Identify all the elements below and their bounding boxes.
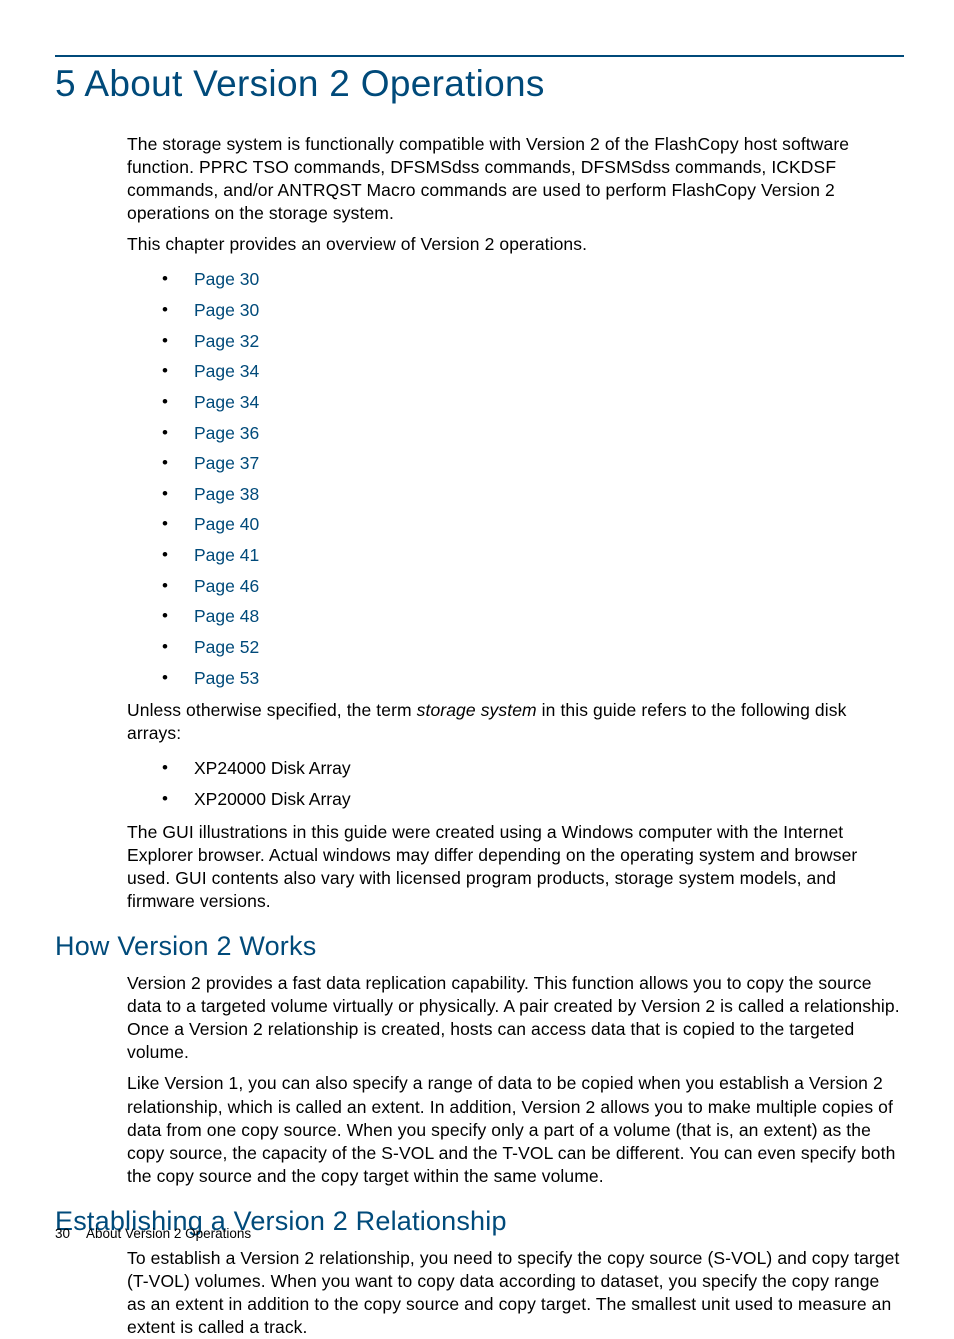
body-paragraph: Like Version 1, you can also specify a r… — [127, 1072, 900, 1187]
page-link[interactable]: Page 46 — [194, 576, 259, 596]
list-item: Page 53 — [162, 663, 900, 694]
page-link[interactable]: Page 32 — [194, 331, 259, 351]
list-item: Page 30 — [162, 295, 900, 326]
page-footer: 30 About Version 2 Operations — [55, 1226, 251, 1241]
footer-title: About Version 2 Operations — [86, 1226, 251, 1241]
page-link[interactable]: Page 34 — [194, 392, 259, 412]
body-paragraph: To establish a Version 2 relationship, y… — [127, 1247, 900, 1339]
page-link[interactable]: Page 40 — [194, 514, 259, 534]
list-item: Page 40 — [162, 509, 900, 540]
list-item: Page 38 — [162, 479, 900, 510]
body-paragraph: Version 2 provides a fast data replicati… — [127, 972, 900, 1064]
list-item: Page 37 — [162, 448, 900, 479]
list-item: Page 32 — [162, 326, 900, 357]
section-body: Version 2 provides a fast data replicati… — [127, 972, 900, 1188]
intro-paragraph-2: This chapter provides an overview of Ver… — [127, 233, 900, 256]
page-number: 30 — [55, 1226, 70, 1241]
text-pre: Unless otherwise specified, the term — [127, 700, 417, 720]
list-item: Page 34 — [162, 356, 900, 387]
unless-paragraph: Unless otherwise specified, the term sto… — [127, 699, 900, 745]
list-item: XP20000 Disk Array — [162, 784, 900, 815]
list-item: Page 34 — [162, 387, 900, 418]
page-link[interactable]: Page 30 — [194, 269, 259, 289]
horizontal-rule — [55, 55, 904, 57]
intro-paragraph-1: The storage system is functionally compa… — [127, 133, 900, 225]
page-link[interactable]: Page 34 — [194, 361, 259, 381]
page-link[interactable]: Page 30 — [194, 300, 259, 320]
section-heading-how-works: How Version 2 Works — [55, 931, 904, 962]
list-item: Page 30 — [162, 264, 900, 295]
chapter-heading: 5 About Version 2 Operations — [55, 63, 904, 105]
list-item: Page 46 — [162, 571, 900, 602]
page-link[interactable]: Page 37 — [194, 453, 259, 473]
page-link[interactable]: Page 36 — [194, 423, 259, 443]
list-item: Page 52 — [162, 632, 900, 663]
page-link[interactable]: Page 53 — [194, 668, 259, 688]
page-link[interactable]: Page 48 — [194, 606, 259, 626]
list-item: Page 41 — [162, 540, 900, 571]
disk-array-list: XP24000 Disk Array XP20000 Disk Array — [162, 753, 900, 814]
list-item: XP24000 Disk Array — [162, 753, 900, 784]
page-link-list: Page 30 Page 30 Page 32 Page 34 Page 34 … — [162, 264, 900, 693]
list-item: Page 36 — [162, 418, 900, 449]
gui-paragraph: The GUI illustrations in this guide were… — [127, 821, 900, 913]
page-link[interactable]: Page 52 — [194, 637, 259, 657]
page-link[interactable]: Page 38 — [194, 484, 259, 504]
section-body: To establish a Version 2 relationship, y… — [127, 1247, 900, 1339]
page-link[interactable]: Page 41 — [194, 545, 259, 565]
chapter-body: The storage system is functionally compa… — [127, 133, 900, 913]
text-emphasis: storage system — [417, 700, 537, 720]
list-item: Page 48 — [162, 601, 900, 632]
